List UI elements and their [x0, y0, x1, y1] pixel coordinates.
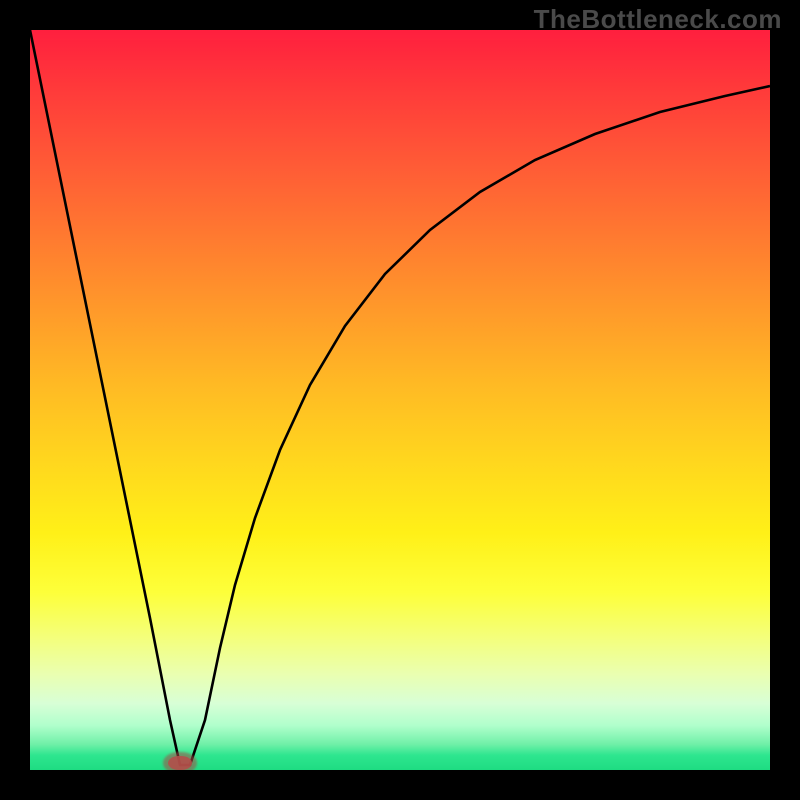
chart-frame: TheBottleneck.com	[0, 0, 800, 800]
curve-svg	[30, 30, 770, 770]
watermark-text: TheBottleneck.com	[534, 4, 782, 35]
bottleneck-curve	[30, 30, 770, 765]
plot-area	[30, 30, 770, 770]
optimal-point-marker	[168, 756, 192, 770]
